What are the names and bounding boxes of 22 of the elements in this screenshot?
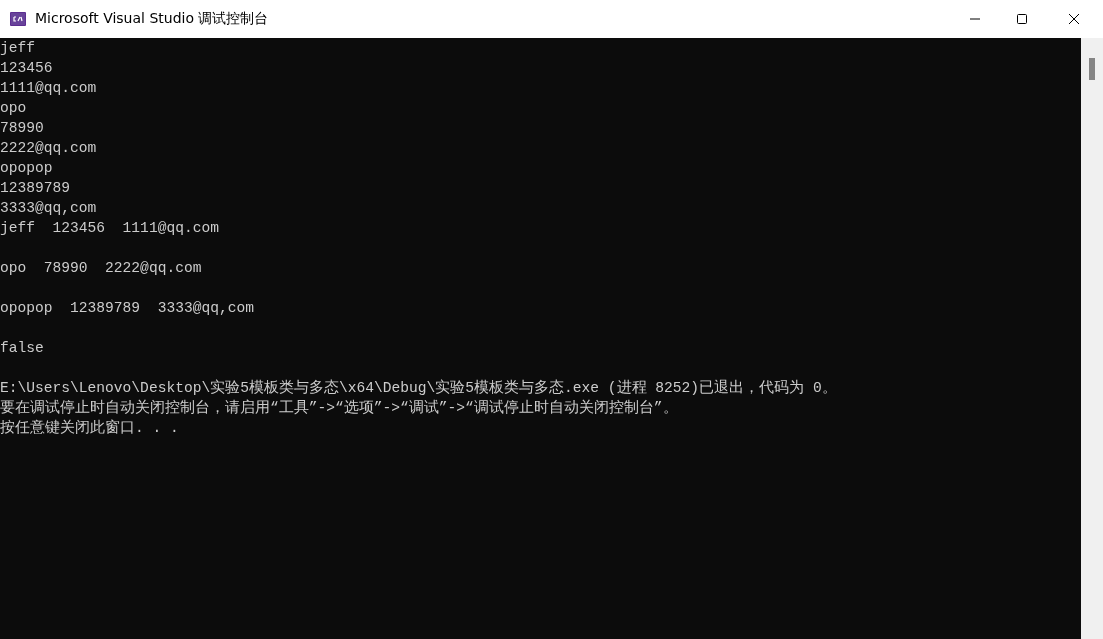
console-line: 要在调试停止时自动关闭控制台，请启用“工具”->“选项”->“调试”->“调试停止时自动关闭控制台”。	[0, 398, 678, 418]
window-title: Microsoft Visual Studio 调试控制台	[35, 10, 269, 28]
close-icon	[1068, 13, 1080, 25]
console-line: E:\Users\Lenovo\Desktop\实验5模板类与多态\x64\Debug\实验5模板类与多态.exe (进程 8252)已退出，代码为 0。	[0, 378, 837, 398]
console-line: 1111@qq.com	[0, 79, 97, 98]
console-line: 3333@qq,com	[0, 199, 97, 218]
console-line: opopop 12389789 3333@qq,com	[0, 299, 254, 318]
console-line: opo 78990 2222@qq.com	[0, 259, 202, 278]
app-icon	[10, 12, 26, 26]
console-line: opo	[0, 99, 27, 118]
console-line: 按任意键关闭此窗口. . .	[0, 418, 179, 438]
console-line: 2222@qq.com	[0, 139, 97, 158]
scrollbar-thumb[interactable]	[1089, 58, 1095, 80]
console-line: false	[0, 339, 44, 358]
console-line: 123456	[0, 59, 53, 78]
maximize-icon	[1015, 13, 1028, 25]
console-line: 78990	[0, 119, 44, 138]
console-line: 12389789	[0, 179, 71, 198]
console-line: jeff	[0, 39, 36, 58]
scrollbar[interactable]	[1081, 38, 1103, 639]
console-line: jeff 123456 1111@qq.com	[0, 219, 219, 238]
console-line: opopop	[0, 159, 53, 178]
